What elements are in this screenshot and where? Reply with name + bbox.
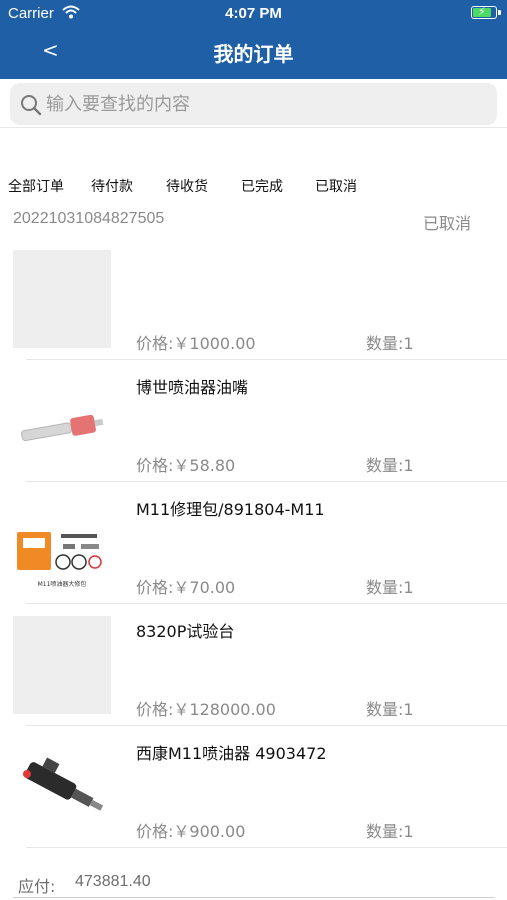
product-image xyxy=(13,738,111,836)
list-item[interactable]: 西康M11喷油器 4903472 价格:￥900.00 数量:1 xyxy=(0,726,507,848)
search-bar xyxy=(0,79,507,128)
product-quantity: 数量:1 xyxy=(366,700,414,719)
product-price: 价格:￥70.00 xyxy=(136,578,236,597)
product-name: M11修理包/891804-M11 xyxy=(136,500,325,519)
tab-pending-payment[interactable]: 待付款 xyxy=(91,176,133,196)
order-number: 20221031084827505 xyxy=(13,210,165,227)
product-price: 价格:￥58.80 xyxy=(136,456,236,475)
app-header: Carrier 4:07 PM ⚡ < 我的订单 xyxy=(0,0,507,79)
order-status: 已取消 xyxy=(422,214,471,233)
divider xyxy=(26,847,507,848)
product-price: 价格:￥1000.00 xyxy=(136,334,256,353)
search-input[interactable] xyxy=(46,90,486,118)
product-image-caption: M11喷油器大修包 xyxy=(38,580,87,588)
battery-icon: ⚡ xyxy=(471,5,501,19)
product-quantity: 数量:1 xyxy=(366,334,414,353)
product-price: 价格:￥128000.00 xyxy=(136,700,276,719)
product-price: 价格:￥900.00 xyxy=(136,822,246,841)
list-item[interactable]: M11喷油器大修包 M11修理包/891804-M11 价格:￥70.00 数量… xyxy=(0,482,507,604)
status-bar: Carrier 4:07 PM ⚡ xyxy=(0,0,507,28)
order-header: 20221031084827505 已取消 xyxy=(0,208,507,233)
product-image xyxy=(13,372,111,470)
tab-cancelled[interactable]: 已取消 xyxy=(315,176,357,196)
product-name: 博世喷油器油嘴 xyxy=(136,378,249,397)
product-name: 西康M11喷油器 4903472 xyxy=(136,744,327,763)
divider xyxy=(13,897,495,898)
tab-pending-receipt[interactable]: 待收货 xyxy=(166,176,208,196)
payment-footer: 应付: 473881.40 xyxy=(0,864,507,900)
product-image-placeholder xyxy=(13,616,111,714)
order-tabs: 全部订单 待付款 待收货 已完成 已取消 xyxy=(0,176,507,198)
amount-due-value: 473881.40 xyxy=(75,873,151,890)
product-quantity: 数量:1 xyxy=(366,578,414,597)
search-box[interactable] xyxy=(10,83,497,125)
order-items-list: 价格:￥1000.00 数量:1 博世喷油器油嘴 价格:￥58.80 数量:1 xyxy=(0,238,507,864)
tab-completed[interactable]: 已完成 xyxy=(241,176,283,196)
list-item[interactable]: 价格:￥1000.00 数量:1 xyxy=(0,238,507,360)
product-quantity: 数量:1 xyxy=(366,456,414,475)
list-item[interactable]: 博世喷油器油嘴 价格:￥58.80 数量:1 xyxy=(0,360,507,482)
product-image-placeholder xyxy=(13,250,111,348)
amount-due-label: 应付: xyxy=(18,877,56,896)
status-time: 4:07 PM xyxy=(225,5,282,22)
product-quantity: 数量:1 xyxy=(366,822,414,841)
product-name: 8320P试验台 xyxy=(136,622,235,641)
product-image: M11喷油器大修包 xyxy=(13,494,111,592)
tab-all-orders[interactable]: 全部订单 xyxy=(8,176,64,196)
list-item[interactable]: 8320P试验台 价格:￥128000.00 数量:1 xyxy=(0,604,507,726)
page-title: 我的订单 xyxy=(213,42,294,66)
search-icon xyxy=(20,94,42,120)
